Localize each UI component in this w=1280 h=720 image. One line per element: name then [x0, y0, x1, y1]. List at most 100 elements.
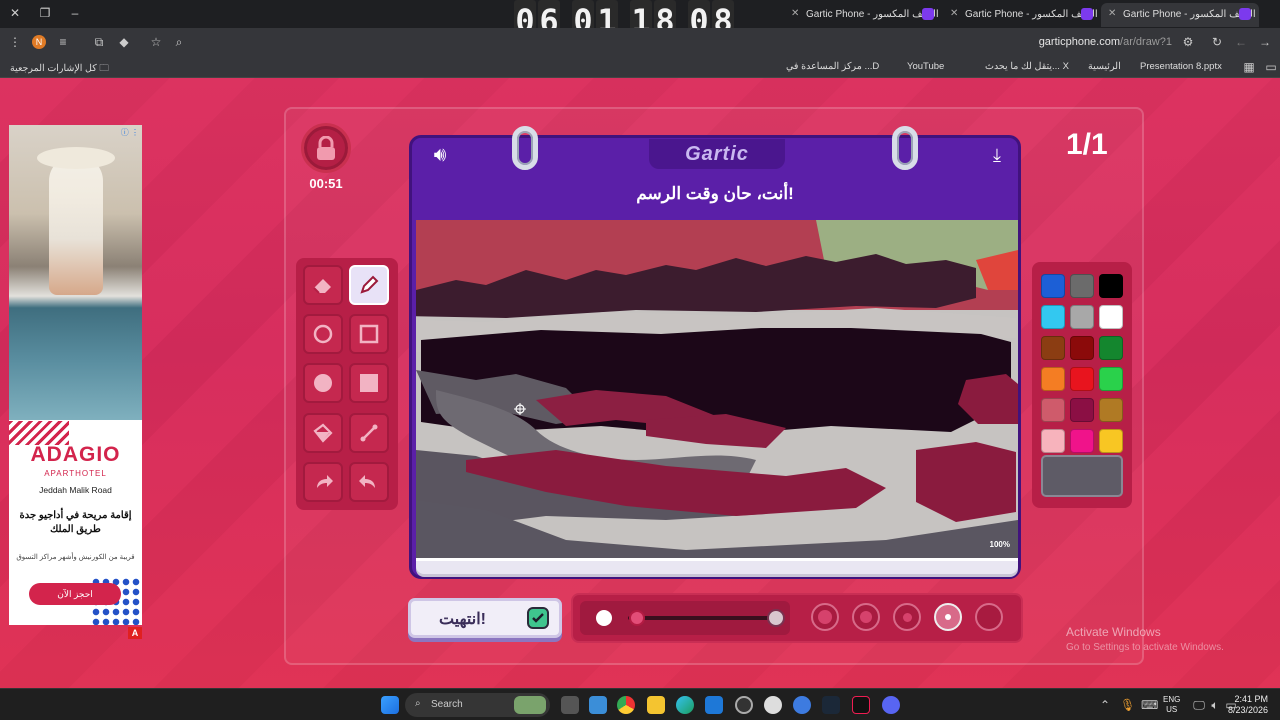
bookmarks-bar: كل الإشارات المرجعية 🗀 مركز المساعدة في …	[0, 56, 1280, 78]
brush-size-button[interactable]	[934, 603, 962, 631]
color-swatch[interactable]	[1070, 336, 1094, 360]
brush-size-button[interactable]	[852, 603, 880, 631]
download-icon[interactable]: ⤓	[986, 146, 1008, 170]
color-swatch[interactable]	[1070, 274, 1094, 298]
color-swatch[interactable]	[1041, 398, 1065, 422]
ad-tagline: قريبة من الكورنيش وأشهر مراكز التسوق	[16, 554, 135, 561]
color-swatch[interactable]	[1041, 305, 1065, 329]
bookmark-star-icon[interactable]: ☆	[149, 35, 163, 49]
taskbar-search[interactable]: ⌕ Search	[405, 693, 550, 717]
steam-icon[interactable]	[822, 696, 840, 714]
tab-close-icon[interactable]: ✕	[791, 8, 799, 19]
app-icon[interactable]	[735, 696, 753, 714]
address-bar[interactable]: garticphone.com/ar/draw?1	[1039, 36, 1172, 48]
color-swatch[interactable]	[1070, 367, 1094, 391]
tiktok-icon[interactable]	[852, 696, 870, 714]
ellipse-outline-tool-button[interactable]	[303, 314, 343, 355]
all-bookmarks-folder[interactable]: كل الإشارات المرجعية 🗀	[10, 61, 109, 77]
rect-outline-tool-button[interactable]	[349, 314, 389, 355]
settings-gear-icon[interactable]	[764, 696, 782, 714]
microphone-icon[interactable]: 🎙︎	[1120, 698, 1135, 712]
brush-size-button[interactable]	[811, 603, 839, 631]
bookmark-item[interactable]: الرئيسية	[1088, 61, 1121, 72]
profile-avatar-icon[interactable]: N	[32, 35, 46, 49]
chrome-icon[interactable]	[617, 696, 635, 714]
menu-kebab-icon[interactable]: ⋮	[8, 35, 22, 49]
discord-icon[interactable]	[882, 696, 900, 714]
edge-icon[interactable]	[676, 696, 694, 714]
ellipse-fill-tool-button[interactable]	[303, 363, 343, 404]
ad-cta-button[interactable]: احجز الآن	[29, 583, 121, 605]
color-swatch[interactable]	[1041, 274, 1065, 298]
bookmark-folder-icon[interactable]: ▭	[1264, 60, 1278, 74]
reload-icon[interactable]: ↻	[1210, 35, 1224, 49]
bookmark-item[interactable]: يتقل لك ما يحدث... X	[985, 61, 1069, 72]
color-swatch[interactable]	[1041, 367, 1065, 391]
site-settings-icon[interactable]: ⚙	[1181, 35, 1195, 49]
undo-button[interactable]	[303, 461, 343, 502]
done-button[interactable]: انتهيت!	[408, 598, 562, 638]
color-swatch[interactable]	[1041, 429, 1065, 453]
browser-tab[interactable]: ✕ Gartic Phone - الهاتف المكسور	[784, 3, 942, 27]
color-swatch[interactable]	[1099, 367, 1123, 391]
apps-grid-icon[interactable]: ▦	[1242, 60, 1256, 74]
reading-list-icon[interactable]: ≡	[56, 35, 70, 49]
bookmark-item[interactable]: Presentation 8.pptx	[1140, 61, 1222, 72]
redo-button[interactable]	[349, 461, 389, 502]
task-view-icon[interactable]	[561, 696, 579, 714]
browser-tab[interactable]: ✕ Gartic Phone - الهاتف المكسور	[943, 3, 1101, 27]
rect-fill-tool-button[interactable]	[349, 363, 389, 404]
bookmark-item[interactable]: YouTube	[907, 61, 944, 72]
file-explorer-icon[interactable]	[647, 696, 665, 714]
color-swatch[interactable]	[1041, 336, 1065, 360]
input-language[interactable]: ENG US	[1163, 695, 1180, 715]
tray-chevron-icon[interactable]: ⌃	[1098, 698, 1112, 712]
opacity-slider-track[interactable]	[628, 616, 776, 620]
forward-icon[interactable]: ←	[1234, 35, 1248, 49]
brush-size-button[interactable]	[893, 603, 921, 631]
sound-icon[interactable]: 🔊︎	[426, 145, 454, 170]
keyboard-icon[interactable]: ⌨	[1141, 698, 1158, 712]
browser-tab-active[interactable]: ✕ Gartic Phone - الهاتف المكسور	[1101, 3, 1259, 27]
mail-icon[interactable]	[705, 696, 723, 714]
back-icon[interactable]: →	[1258, 35, 1272, 49]
volume-icon[interactable]: 🔈︎	[1208, 698, 1222, 712]
network-icon[interactable]: 🖵︎	[1192, 698, 1206, 712]
current-color-swatch[interactable]	[1041, 455, 1123, 497]
brush-size-button[interactable]	[975, 603, 1003, 631]
color-swatch[interactable]	[1099, 429, 1123, 453]
windows-start-icon[interactable]	[381, 696, 399, 714]
sidebar-ad[interactable]: ⓘ ⋮ ADAGIO APARTHOTEL Jeddah Malik Road …	[9, 125, 142, 625]
ad-choices-badge[interactable]: A	[128, 627, 142, 639]
opacity-slider-thumb[interactable]	[629, 610, 645, 626]
pen-tool-button[interactable]	[349, 265, 389, 305]
zoom-icon[interactable]: ⌕	[172, 35, 186, 49]
undo-icon	[317, 474, 333, 488]
system-clock[interactable]: 2:41 PM 8/23/2026	[1228, 694, 1268, 716]
activate-windows-watermark: Activate Windows	[1066, 625, 1161, 639]
bookmark-item[interactable]: مركز المساعدة في ...D	[786, 61, 879, 72]
color-swatch[interactable]	[1099, 305, 1123, 329]
color-swatch[interactable]	[1070, 398, 1094, 422]
ad-info-icon[interactable]: ⓘ ⋮	[117, 127, 139, 139]
window-close-icon[interactable]: ✕	[8, 6, 22, 20]
eraser-tool-button[interactable]	[303, 265, 343, 305]
extensions-icon[interactable]: ⧉	[92, 35, 106, 49]
drawing-canvas[interactable]: 100%	[416, 220, 1018, 558]
color-swatch[interactable]	[1070, 429, 1094, 453]
ad-model	[49, 155, 103, 295]
color-swatch[interactable]	[1099, 274, 1123, 298]
fill-bucket-tool-button[interactable]	[303, 412, 343, 453]
extension-shield-icon[interactable]: ◆	[117, 35, 131, 49]
window-minimize-icon[interactable]: –	[68, 6, 82, 20]
store-icon[interactable]	[589, 696, 607, 714]
tab-close-icon[interactable]: ✕	[950, 8, 958, 19]
color-swatch[interactable]	[1099, 398, 1123, 422]
app-icon[interactable]	[793, 696, 811, 714]
color-swatch[interactable]	[1099, 336, 1123, 360]
ad-decoration	[9, 421, 69, 445]
color-swatch[interactable]	[1070, 305, 1094, 329]
line-tool-button[interactable]	[349, 412, 389, 453]
tab-close-icon[interactable]: ✕	[1108, 8, 1116, 19]
window-restore-icon[interactable]: ❐	[38, 6, 52, 20]
